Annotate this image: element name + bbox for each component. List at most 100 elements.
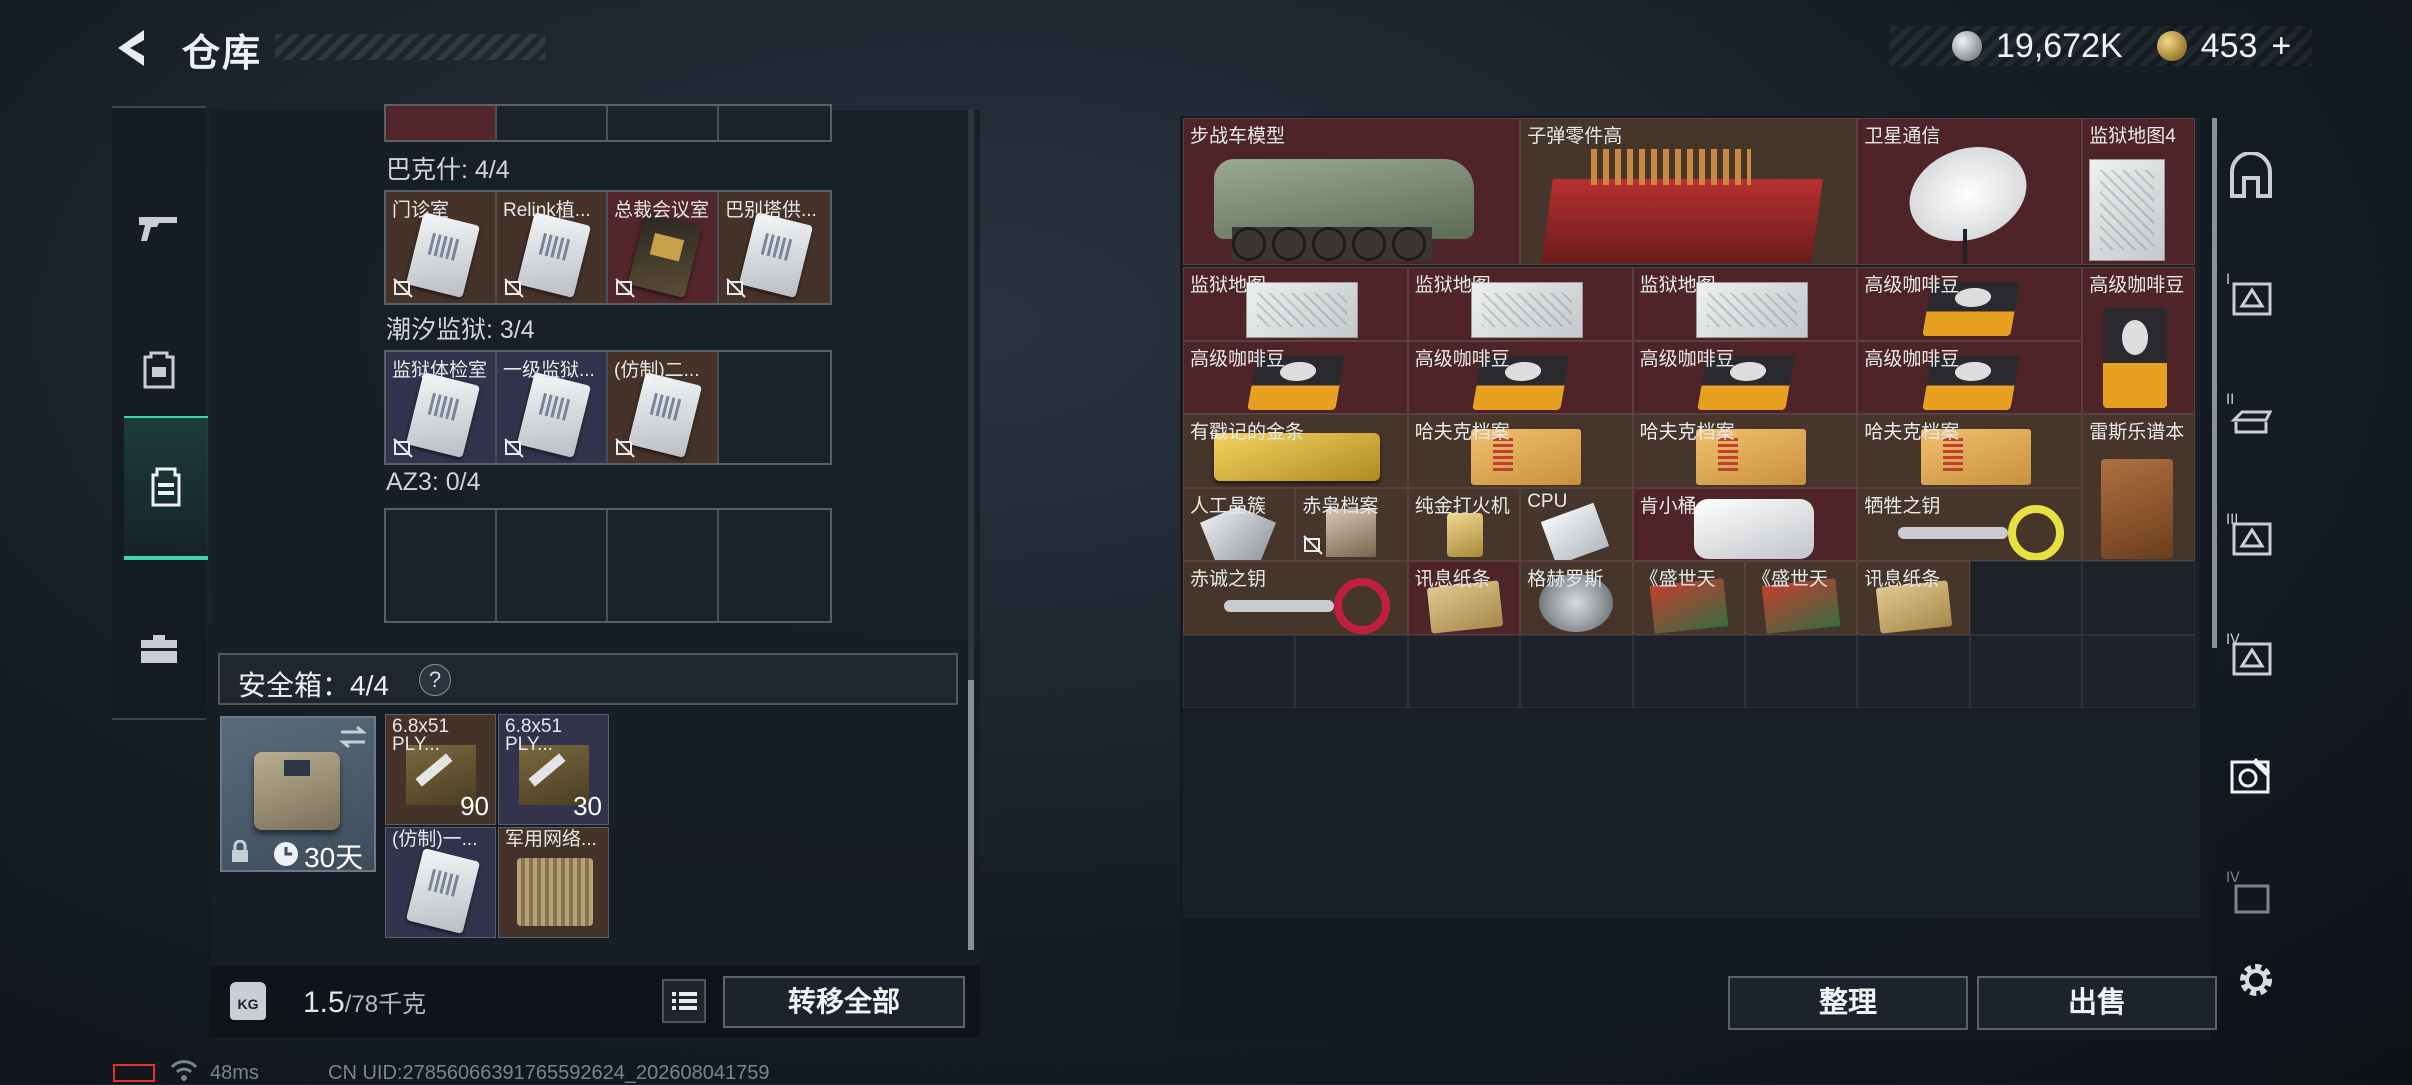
access-card-slot[interactable]: 门诊室 (386, 192, 497, 303)
item-name: 6.8x51 PLY... (505, 716, 563, 755)
empty-slot[interactable] (2082, 634, 2195, 708)
inventory-item[interactable]: 肯小桶 (1632, 487, 1858, 561)
empty-slot[interactable] (1969, 561, 2083, 635)
access-card-image (516, 212, 592, 298)
inventory-item[interactable]: 赤枭档案 (1295, 487, 1408, 561)
inventory-item[interactable]: 高级咖啡豆 (2082, 267, 2195, 414)
safe-item-slot[interactable]: 6.8x51 PLY... 30 (498, 714, 609, 825)
inventory-item[interactable]: 有戳记的金条 (1183, 414, 1408, 488)
tier-I-icon[interactable]: I (2226, 270, 2276, 320)
inventory-item[interactable]: 高级咖啡豆 (1183, 340, 1408, 414)
card-name: 巴别塔供... (725, 200, 817, 221)
inventory-item[interactable]: 人工晶簇 (1183, 487, 1296, 561)
inventory-item[interactable]: 步战车模型 (1183, 118, 1521, 265)
safe-item-slot[interactable]: 6.8x51 PLY... 90 (385, 714, 496, 825)
access-card-image (405, 212, 481, 298)
swap-icon[interactable] (337, 726, 369, 748)
inventory-item[interactable]: 哈夫克档案 (1857, 414, 2083, 488)
inventory-item[interactable]: 《盛世天 (1632, 561, 1745, 635)
inventory-item[interactable]: 纯金打火机 (1407, 487, 1521, 561)
empty-slot[interactable] (2082, 561, 2195, 635)
empty-slot[interactable] (1857, 634, 1970, 708)
nav-weapons[interactable] (112, 158, 206, 298)
untradeable-icon (1303, 535, 1324, 555)
access-card-slot[interactable] (608, 510, 719, 621)
access-card-slot[interactable]: Relink植... (497, 192, 608, 303)
access-card-slot[interactable] (719, 352, 830, 463)
inventory-item[interactable]: 高级咖啡豆 (1632, 340, 1858, 414)
key-image (1334, 578, 1390, 634)
satellite-dish-image (1896, 131, 2041, 257)
inventory-item[interactable]: 监狱地图 (1407, 267, 1633, 341)
access-card-slot[interactable]: 巴别塔供... (719, 192, 830, 303)
tier-II-icon[interactable]: II (2226, 390, 2276, 440)
slot[interactable] (719, 106, 830, 140)
safe-box-container[interactable]: 30天 (220, 716, 376, 873)
item-name: 纯金打火机 (1414, 495, 1510, 517)
nav-vest[interactable] (124, 416, 208, 560)
inventory-item[interactable]: 卫星通信 (1857, 118, 2083, 265)
transfer-all-button[interactable]: 转移全部 (723, 976, 965, 1028)
silver-amount: 19,672K (1996, 26, 2123, 65)
item-name: 监狱地图 (1414, 275, 1491, 296)
inventory-item[interactable]: 《盛世天 (1745, 561, 1858, 635)
add-currency-button[interactable]: + (2271, 27, 2291, 66)
help-button[interactable]: ? (419, 664, 451, 696)
inventory-item[interactable]: 高级咖啡豆 (1857, 267, 2083, 341)
empty-slot[interactable] (1407, 634, 1521, 708)
inventory-item[interactable]: CPU (1520, 487, 1633, 561)
access-card-slot[interactable] (386, 510, 497, 621)
inventory-item[interactable]: 监狱地图 (1183, 267, 1408, 341)
empty-slot[interactable] (1520, 634, 1633, 708)
access-card-slot[interactable]: (仿制)二... (608, 352, 719, 463)
nav-briefcase[interactable] (112, 578, 206, 718)
inventory-item[interactable]: 高级咖啡豆 (1857, 340, 2083, 414)
gear-icon[interactable] (2234, 958, 2278, 1002)
safe-item-slot[interactable]: (仿制)一... (385, 827, 496, 938)
empty-slot[interactable] (1745, 634, 1858, 708)
back-icon[interactable] (112, 26, 156, 70)
slot[interactable] (608, 106, 719, 140)
empty-slot[interactable] (1969, 634, 2083, 708)
inventory-item[interactable]: 雷斯乐谱本 (2082, 414, 2195, 561)
inventory-item[interactable]: 赤诚之钥 (1183, 561, 1408, 635)
untradeable-icon (504, 278, 524, 298)
armory-icon[interactable] (2226, 152, 2276, 202)
inventory-item[interactable]: 监狱地图 (1632, 267, 1858, 341)
inventory-item[interactable]: 哈夫克档案 (1632, 414, 1858, 488)
untradeable-icon (393, 438, 413, 458)
safe-item-slot[interactable]: 军用网络... (498, 827, 609, 938)
inventory-item[interactable]: 哈夫克档案 (1407, 414, 1633, 488)
storage-scroll-thumb[interactable] (968, 680, 974, 950)
access-card-slot[interactable]: 监狱体检室 (386, 352, 497, 463)
lock-icon (232, 840, 248, 862)
item-name: 人工晶簇 (1190, 495, 1267, 517)
inventory-item[interactable]: 高级咖啡豆 (1407, 340, 1633, 414)
inventory-item[interactable]: 格赫罗斯 (1520, 561, 1633, 635)
tier-V-icon[interactable]: IV (2226, 868, 2276, 918)
slot[interactable] (497, 106, 608, 140)
access-card-slot[interactable]: 总裁会议室 (608, 192, 719, 303)
inventory-item[interactable]: 监狱地图4 (2082, 118, 2195, 265)
svg-text:I: I (2226, 272, 2230, 288)
inventory-item[interactable]: 讯息纸条 (1407, 561, 1521, 635)
tier-III-icon[interactable]: III (2226, 510, 2276, 560)
gold-coin-icon (2156, 31, 2187, 61)
tier-IV-icon[interactable]: IV (2226, 630, 2276, 680)
access-card-slot[interactable]: 一级监狱... (497, 352, 608, 463)
empty-slot[interactable] (1632, 634, 1745, 708)
sort-button[interactable]: 整理 (1728, 976, 1968, 1030)
empty-slot[interactable] (1295, 634, 1408, 708)
inventory-item[interactable]: 牺牲之钥 (1857, 487, 2083, 561)
list-view-button[interactable] (662, 979, 706, 1023)
access-card-image (627, 212, 703, 298)
access-card-slot[interactable] (719, 510, 830, 621)
empty-slot[interactable] (1183, 634, 1296, 708)
sell-button[interactable]: 出售 (1977, 976, 2217, 1030)
backpack-icon (143, 351, 175, 389)
inventory-item[interactable]: 子弹零件高 (1520, 118, 1858, 265)
inventory-item[interactable]: 讯息纸条 (1857, 561, 1970, 635)
slot[interactable] (386, 106, 497, 140)
custom-icon[interactable] (2226, 748, 2276, 798)
access-card-slot[interactable] (497, 510, 608, 621)
